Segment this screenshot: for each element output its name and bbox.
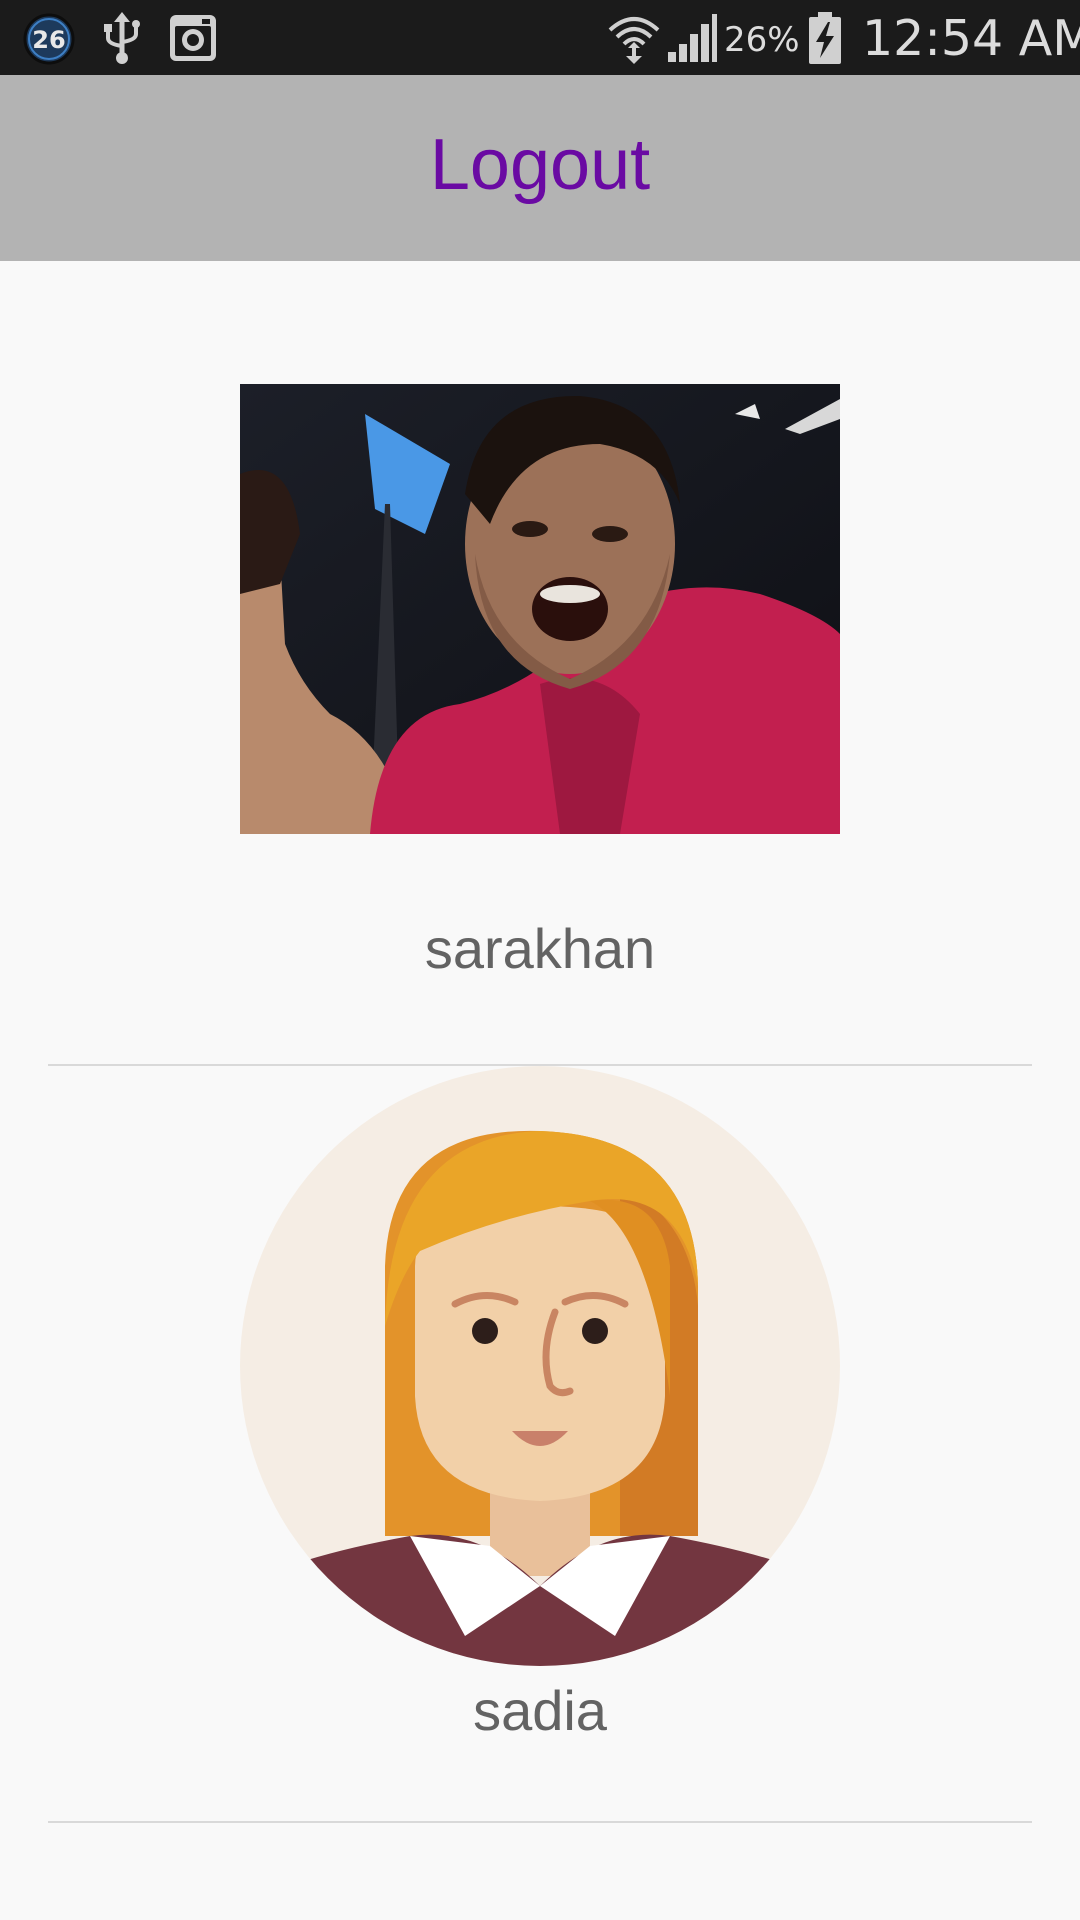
usb-icon	[104, 12, 140, 64]
username: sadia	[473, 1679, 607, 1742]
notification-count: 26	[32, 26, 65, 54]
app-bar: Logout	[0, 75, 1080, 261]
instagram-icon	[170, 15, 216, 61]
list-item[interactable]: sarakhan	[0, 261, 1080, 1066]
logout-button[interactable]: Logout	[340, 115, 740, 215]
profile-photo-image	[240, 384, 840, 834]
list-item[interactable]: sadia	[0, 1066, 1080, 1823]
default-female-avatar-icon	[240, 1066, 840, 1666]
clock: 12:54 AM	[862, 10, 1080, 67]
signal-icon	[668, 14, 717, 62]
battery-charging-icon	[809, 12, 841, 64]
wifi-icon	[608, 17, 660, 64]
profile-photo	[240, 384, 840, 834]
notification-badge-icon: 26	[23, 13, 75, 65]
user-list: sarakhan sadia	[0, 261, 1080, 1920]
battery-percent: 26%	[724, 20, 800, 60]
status-bar: 26 26% 12:54 AM	[0, 0, 1080, 75]
divider	[48, 1821, 1032, 1823]
username: sarakhan	[424, 917, 656, 980]
